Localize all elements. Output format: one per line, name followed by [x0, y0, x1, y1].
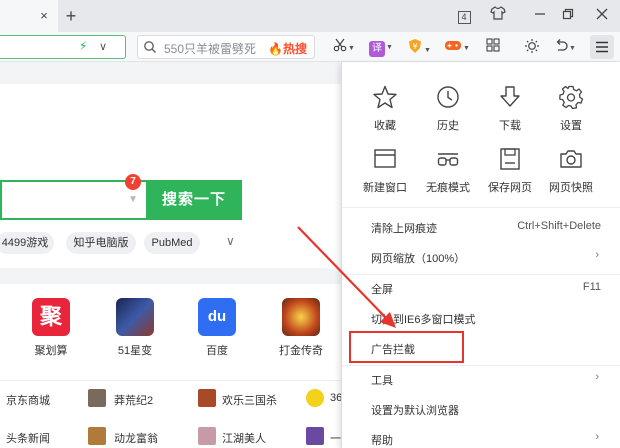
menu-fullscreen[interactable]: 全屏 F11 [342, 273, 620, 303]
apps-grid-icon[interactable] [484, 38, 502, 56]
chevron-right-icon: › [595, 249, 599, 261]
tag-zhihu[interactable]: 知乎电脑版 [66, 232, 136, 254]
link-toutiao[interactable]: 头条新闻 [6, 430, 50, 446]
active-tab[interactable]: × [0, 0, 58, 32]
highlight-box [349, 331, 464, 363]
translate-icon[interactable]: 译 ▼ [368, 38, 394, 57]
menu-favorites[interactable]: 收藏 [353, 84, 417, 133]
game-dajin-icon [282, 298, 320, 336]
game-thumb-icon [198, 389, 216, 407]
menu-new-window[interactable]: 新建窗口 [353, 146, 417, 195]
search-icon [144, 41, 157, 54]
tag-4499[interactable]: 4499游戏 [0, 232, 54, 254]
menu-divider [342, 207, 620, 208]
address-bar[interactable]: ⚡ ∨ [0, 35, 126, 59]
gear-icon [559, 85, 584, 110]
save-icon [500, 148, 520, 170]
download-icon [500, 86, 520, 107]
app-dajinchuanqi[interactable]: 打金传奇 [266, 298, 336, 358]
gamepad-icon[interactable]: ▼ [443, 38, 471, 56]
skin-icon[interactable] [488, 6, 508, 26]
chevron-down-icon[interactable]: ∨ [99, 40, 107, 53]
clock-icon [437, 86, 459, 108]
chevron-right-icon: › [595, 371, 599, 383]
scissors-icon[interactable]: ▼ [331, 38, 357, 56]
menu-history[interactable]: 历史 [416, 84, 480, 133]
hot-search-label[interactable]: 🔥热搜 [268, 40, 307, 57]
search-box[interactable]: 550只羊被雷劈死 🔥热搜 [137, 35, 315, 59]
speed-mode-icon[interactable]: ⚡ [79, 39, 87, 53]
brightness-icon[interactable] [522, 38, 542, 56]
coin-icon [306, 389, 324, 407]
svg-text:¥: ¥ [412, 42, 417, 51]
menu-help[interactable]: 帮助 › [342, 424, 620, 448]
tab-bar: × + 4 [0, 0, 620, 32]
link-jianghu[interactable]: 江湖美人 [222, 430, 266, 446]
star-icon [373, 85, 397, 109]
menu-save-page[interactable]: 保存网页 [478, 146, 542, 195]
tab-count-button[interactable]: 4 [454, 6, 474, 26]
restore-icon[interactable] [558, 6, 578, 26]
app-label: 51星变 [117, 345, 153, 357]
site-links: 京东商城 莽荒纪2 欢乐三国杀 36 头条新闻 动龙富翁 江湖美人 一 [0, 380, 342, 448]
new-tab-button[interactable]: + [62, 6, 80, 26]
tag-pubmed[interactable]: PubMed [144, 232, 200, 254]
close-window-icon[interactable] [592, 6, 612, 26]
dropdown-caret-icon[interactable]: ▼ [128, 194, 138, 205]
game-thumb-icon [88, 427, 106, 445]
game-thumb-icon [88, 389, 106, 407]
more-tags-chevron-icon[interactable]: ∨ [226, 234, 235, 248]
shield-icon[interactable]: ¥ ▼ [406, 38, 432, 56]
link-manghuangji[interactable]: 莽荒纪2 [114, 392, 153, 408]
link-yi[interactable]: 一 [330, 430, 341, 446]
app-juhuasuan[interactable]: 聚 聚划算 [16, 298, 86, 358]
link-jd[interactable]: 京东商城 [6, 392, 50, 408]
link-sanguosha[interactable]: 欢乐三国杀 [222, 392, 277, 408]
main-menu: 收藏 历史 下载 设置 新建窗口 无痕模式 保存网页 网页快照 清除上网痕迹 C… [341, 62, 620, 448]
game-thumb-icon [306, 427, 324, 445]
glasses-icon [437, 153, 459, 166]
menu-incognito[interactable]: 无痕模式 [416, 146, 480, 195]
tab-count: 4 [457, 11, 471, 24]
tab-close-icon[interactable]: × [36, 8, 52, 24]
app-label: 打金传奇 [279, 345, 323, 357]
menu-tools[interactable]: 工具 › [342, 364, 620, 394]
baidu-icon: du [198, 298, 236, 336]
menu-downloads[interactable]: 下载 [478, 84, 542, 133]
app-label: 百度 [206, 345, 228, 357]
menu-snapshot[interactable]: 网页快照 [539, 146, 603, 195]
game-thumb-icon [198, 427, 216, 445]
app-shortcuts: 聚 聚划算 51星变 du 百度 打金传奇 [0, 284, 342, 380]
app-baidu[interactable]: du 百度 [182, 298, 252, 358]
app-label: 聚划算 [34, 345, 68, 357]
minimize-icon[interactable] [530, 6, 550, 26]
hamburger-icon [596, 41, 608, 53]
juhuasuan-icon: 聚 [32, 298, 70, 336]
shortcut-text: Ctrl+Shift+Delete [517, 220, 601, 232]
menu-zoom[interactable]: 网页缩放（100%） › [342, 242, 620, 272]
toolbar: ⚡ ∨ 550只羊被雷劈死 🔥热搜 ▼ 译 ▼ ¥ ▼ ▼ ▼ [0, 32, 620, 62]
window-icon [374, 149, 396, 168]
menu-default-browser[interactable]: 设置为默认浏览器 [342, 394, 620, 424]
link-dongfu[interactable]: 动龙富翁 [114, 430, 158, 446]
game-51xingbian-icon [116, 298, 154, 336]
chevron-right-icon: › [595, 431, 599, 443]
shortcut-text: F11 [582, 281, 601, 293]
menu-clear-history[interactable]: 清除上网痕迹 Ctrl+Shift+Delete [342, 212, 620, 242]
menu-button[interactable] [590, 35, 614, 59]
page-search-button[interactable]: 搜索一下 [146, 180, 242, 220]
menu-settings[interactable]: 设置 [539, 84, 603, 133]
notification-badge: 7 [125, 174, 141, 190]
menu-ie6-mode[interactable]: 切换到IE6多窗口模式 [342, 303, 620, 333]
search-suggestion[interactable]: 550只羊被雷劈死 [164, 40, 256, 57]
undo-icon[interactable]: ▼ [552, 38, 578, 56]
camera-icon [560, 150, 582, 168]
app-51xingbian[interactable]: 51星变 [100, 298, 170, 358]
page-search-input[interactable]: ▼ [0, 180, 146, 220]
